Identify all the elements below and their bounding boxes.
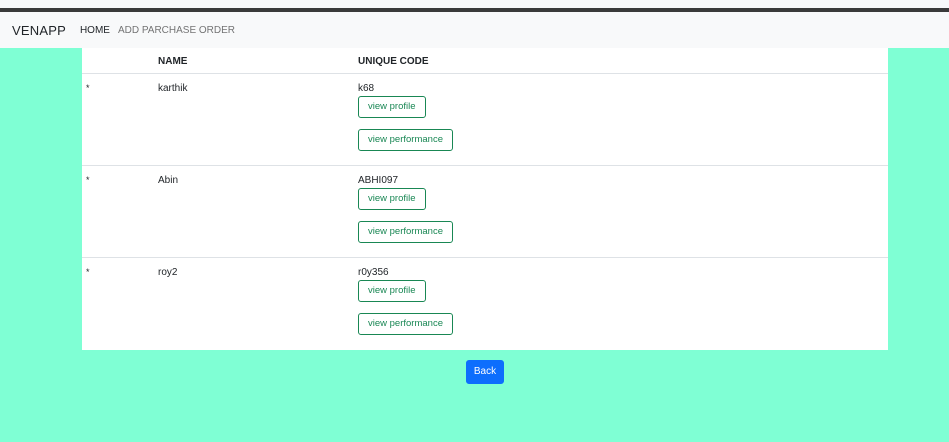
row-bullet: * — [86, 175, 90, 185]
view-performance-button[interactable]: view performance — [358, 129, 453, 151]
nav-link-add-purchase-order[interactable]: ADD PARCHASE ORDER — [118, 25, 235, 36]
view-performance-button[interactable]: view performance — [358, 221, 453, 243]
window-top-edge — [0, 0, 949, 12]
table-row: * karthik k68 view profile view performa… — [82, 74, 888, 166]
nav-link-home[interactable]: HOME — [80, 25, 110, 36]
vendors-table: NAME UNIQUE CODE * karthik k68 view prof… — [82, 48, 888, 350]
view-performance-button[interactable]: view performance — [358, 313, 453, 335]
row-bullet: * — [86, 83, 90, 93]
back-button[interactable]: Back — [466, 360, 504, 384]
row-bullet: * — [86, 267, 90, 277]
table-row: * roy2 r0y356 view profile view performa… — [82, 258, 888, 350]
vendor-name: roy2 — [158, 267, 178, 278]
vendor-name: Abin — [158, 175, 179, 186]
column-header-unique-code: UNIQUE CODE — [358, 56, 429, 67]
vendor-name: karthik — [158, 83, 188, 94]
view-profile-button[interactable]: view profile — [358, 188, 426, 210]
view-profile-button[interactable]: view profile — [358, 280, 426, 302]
view-profile-button[interactable]: view profile — [358, 96, 426, 118]
navbar: VENAPP HOME ADD PARCHASE ORDER — [0, 12, 949, 48]
brand-logo[interactable]: VENAPP — [12, 23, 66, 38]
vendor-unique-code: r0y356 — [358, 267, 389, 278]
vendor-unique-code: k68 — [358, 83, 375, 94]
table-row: * Abin ABHI097 view profile view perform… — [82, 166, 888, 258]
column-header-name: NAME — [158, 56, 188, 67]
vendor-unique-code: ABHI097 — [358, 175, 399, 186]
table-header: NAME UNIQUE CODE — [82, 48, 888, 74]
